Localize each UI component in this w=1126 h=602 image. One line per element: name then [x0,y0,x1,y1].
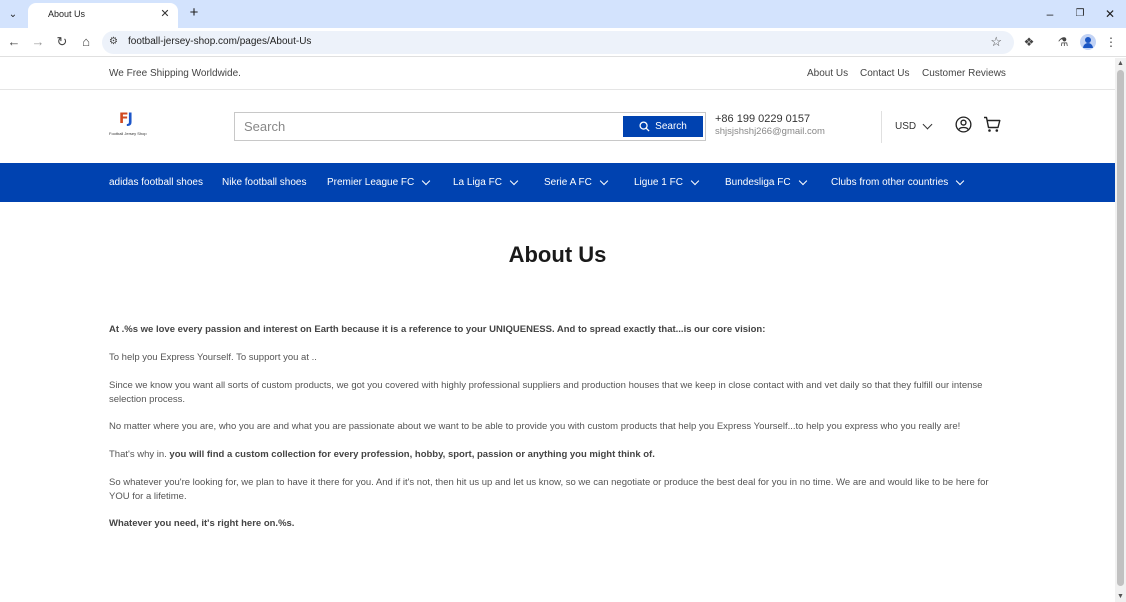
chevron-down-icon [422,176,431,185]
nav-item-label: adidas football shoes [109,177,203,188]
nav-item-label: Serie A FC [544,177,592,188]
minimize-icon[interactable]: – [1042,6,1058,22]
search-icon [639,121,650,132]
extensions-puzzle-icon[interactable]: ❖ [1021,34,1037,50]
account-icon[interactable] [955,116,972,133]
about-paragraph-2: To help you Express Yourself. To support… [109,352,317,363]
nav-item-label: La Liga FC [453,177,502,188]
browser-tab-active[interactable]: About Us ✕ [28,3,178,28]
scroll-down-arrow-icon[interactable]: ▼ [1117,593,1124,600]
contact-phone: +86 199 0229 0157 [715,113,811,125]
profile-avatar-icon[interactable] [1080,34,1096,50]
search-button[interactable]: Search [623,116,703,137]
chevron-down-icon [509,176,519,185]
chevron-down-icon [798,176,807,185]
search-button-label: Search [655,121,687,132]
about-paragraph-6: So whatever you're looking for, we plan … [109,477,989,502]
about-paragraph-5: That's why in. you will find a custom co… [109,448,1004,462]
home-icon[interactable]: ⌂ [78,34,94,50]
about-paragraph-3: Since we know you want all sorts of cust… [109,380,983,405]
nav-item-ligue-1-fc[interactable]: Ligue 1 FC [634,176,700,188]
chevron-down-icon [690,176,700,185]
nav-item-adidas-football-shoes[interactable]: adidas football shoes [109,177,203,188]
nav-item-label: Clubs from other countries [831,177,949,188]
search-input[interactable] [235,113,621,140]
tab-title: About Us [48,9,86,19]
site-settings-icon[interactable]: ⚙ [109,36,118,47]
about-paragraph-5-emphasis: you will find a custom collection for ev… [169,449,655,460]
address-bar[interactable]: ⚙ football-jersey-shop.com/pages/About-U… [102,31,1014,54]
scroll-thumb[interactable] [1117,70,1124,586]
search-form: Search [234,112,706,141]
contact-email: shjsjshshj266@gmail.com [715,126,825,137]
chevron-down-icon [956,176,965,185]
back-arrow-icon[interactable]: ← [6,34,22,50]
url-text: football-jersey-shop.com/pages/About-Us [128,36,312,47]
about-paragraph-7-text: Whatever you need, it's right here on.%s… [109,518,295,529]
main-navigation: adidas football shoes Nike football shoe… [0,163,1115,202]
restore-icon[interactable]: ❐ [1072,6,1088,22]
tab-close-icon[interactable]: ✕ [158,7,172,21]
nav-item-nike-football-shoes[interactable]: Nike football shoes [222,177,307,188]
announcement-bar: We Free Shipping Worldwide. About Us Con… [0,58,1115,90]
browser-toolbar: ← → ↻ ⌂ ⚙ football-jersey-shop.com/pages… [0,28,1126,57]
cart-icon[interactable] [983,116,1001,133]
nav-item-label: Nike football shoes [222,177,307,188]
chevron-down-icon [922,119,933,130]
bookmark-star-icon[interactable]: ☆ [990,34,1002,50]
web-page: We Free Shipping Worldwide. About Us Con… [0,58,1115,602]
site-header: FJ Football Jersey Shop Search +86 199 0… [0,91,1115,163]
logo-text: Football Jersey Shop [109,131,147,136]
nav-item-label: Ligue 1 FC [634,177,683,188]
currency-value: USD [895,121,917,132]
reload-icon[interactable]: ↻ [54,34,70,50]
page-title: About Us [508,242,607,267]
site-logo[interactable]: FJ Football Jersey Shop [109,111,151,141]
about-paragraph-7: Whatever you need, it's right here on.%s… [109,517,1004,531]
scroll-up-arrow-icon[interactable]: ▲ [1117,60,1124,67]
header-divider [881,111,882,143]
nav-item-clubs-from-other-countries[interactable]: Clubs from other countries [831,176,965,188]
window-close-icon[interactable]: ✕ [1102,6,1118,22]
nav-item-premier-league-fc[interactable]: Premier League FC [327,176,431,188]
logo-mark: FJ [119,111,133,127]
nav-item-label: Premier League FC [327,177,415,188]
nav-item-label: Bundesliga FC [725,177,791,188]
page-scrollbar[interactable]: ▲ ▼ [1115,58,1126,602]
forward-arrow-icon[interactable]: → [30,34,46,50]
labs-flask-icon[interactable]: ⚗ [1055,34,1071,50]
shipping-message: We Free Shipping Worldwide. [109,68,241,79]
chevron-down-icon [599,176,609,185]
tab-list-chevron-icon[interactable]: ⌄ [4,5,22,23]
about-paragraph-4: No matter where you are, who you are and… [109,421,961,432]
new-tab-plus-icon[interactable]: + [186,5,202,21]
top-link-contact-us[interactable]: Contact Us [860,68,909,79]
about-paragraph-5-lead: That's why in. [109,449,170,460]
nav-item-la-liga-fc[interactable]: La Liga FC [453,176,519,188]
currency-selector[interactable]: USD [895,119,933,132]
about-paragraph-1-text: At .%s we love every passion and interes… [109,324,766,335]
menu-kebab-icon[interactable]: ⋮ [1103,34,1119,50]
browser-tab-bar: ⌄ About Us ✕ + – ❐ ✕ [0,0,1126,28]
top-link-customer-reviews[interactable]: Customer Reviews [922,68,1006,79]
about-paragraph-1: At .%s we love every passion and interes… [109,323,1004,337]
nav-item-serie-a-fc[interactable]: Serie A FC [544,176,609,188]
nav-item-bundesliga-fc[interactable]: Bundesliga FC [725,176,807,188]
top-link-about-us[interactable]: About Us [807,68,848,79]
